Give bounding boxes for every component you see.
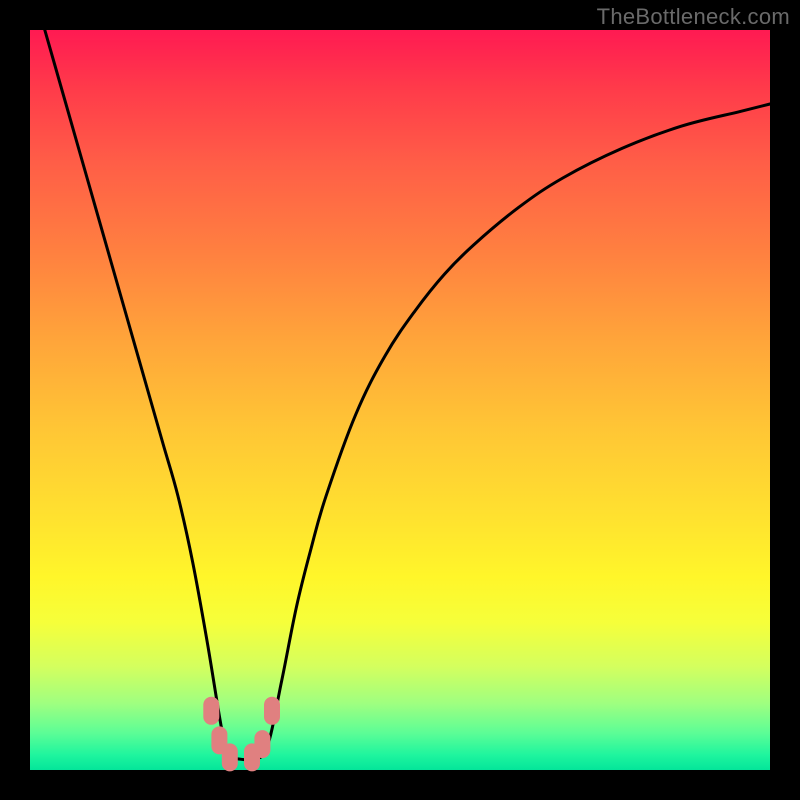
bottleneck-curve	[45, 30, 770, 761]
plot-area	[30, 30, 770, 770]
curve-marker	[264, 697, 280, 725]
chart-svg	[30, 30, 770, 770]
curve-marker	[203, 697, 219, 725]
curve-marker	[222, 743, 238, 771]
watermark-text: TheBottleneck.com	[597, 4, 790, 30]
curve-marker	[254, 730, 270, 758]
chart-frame: TheBottleneck.com	[0, 0, 800, 800]
